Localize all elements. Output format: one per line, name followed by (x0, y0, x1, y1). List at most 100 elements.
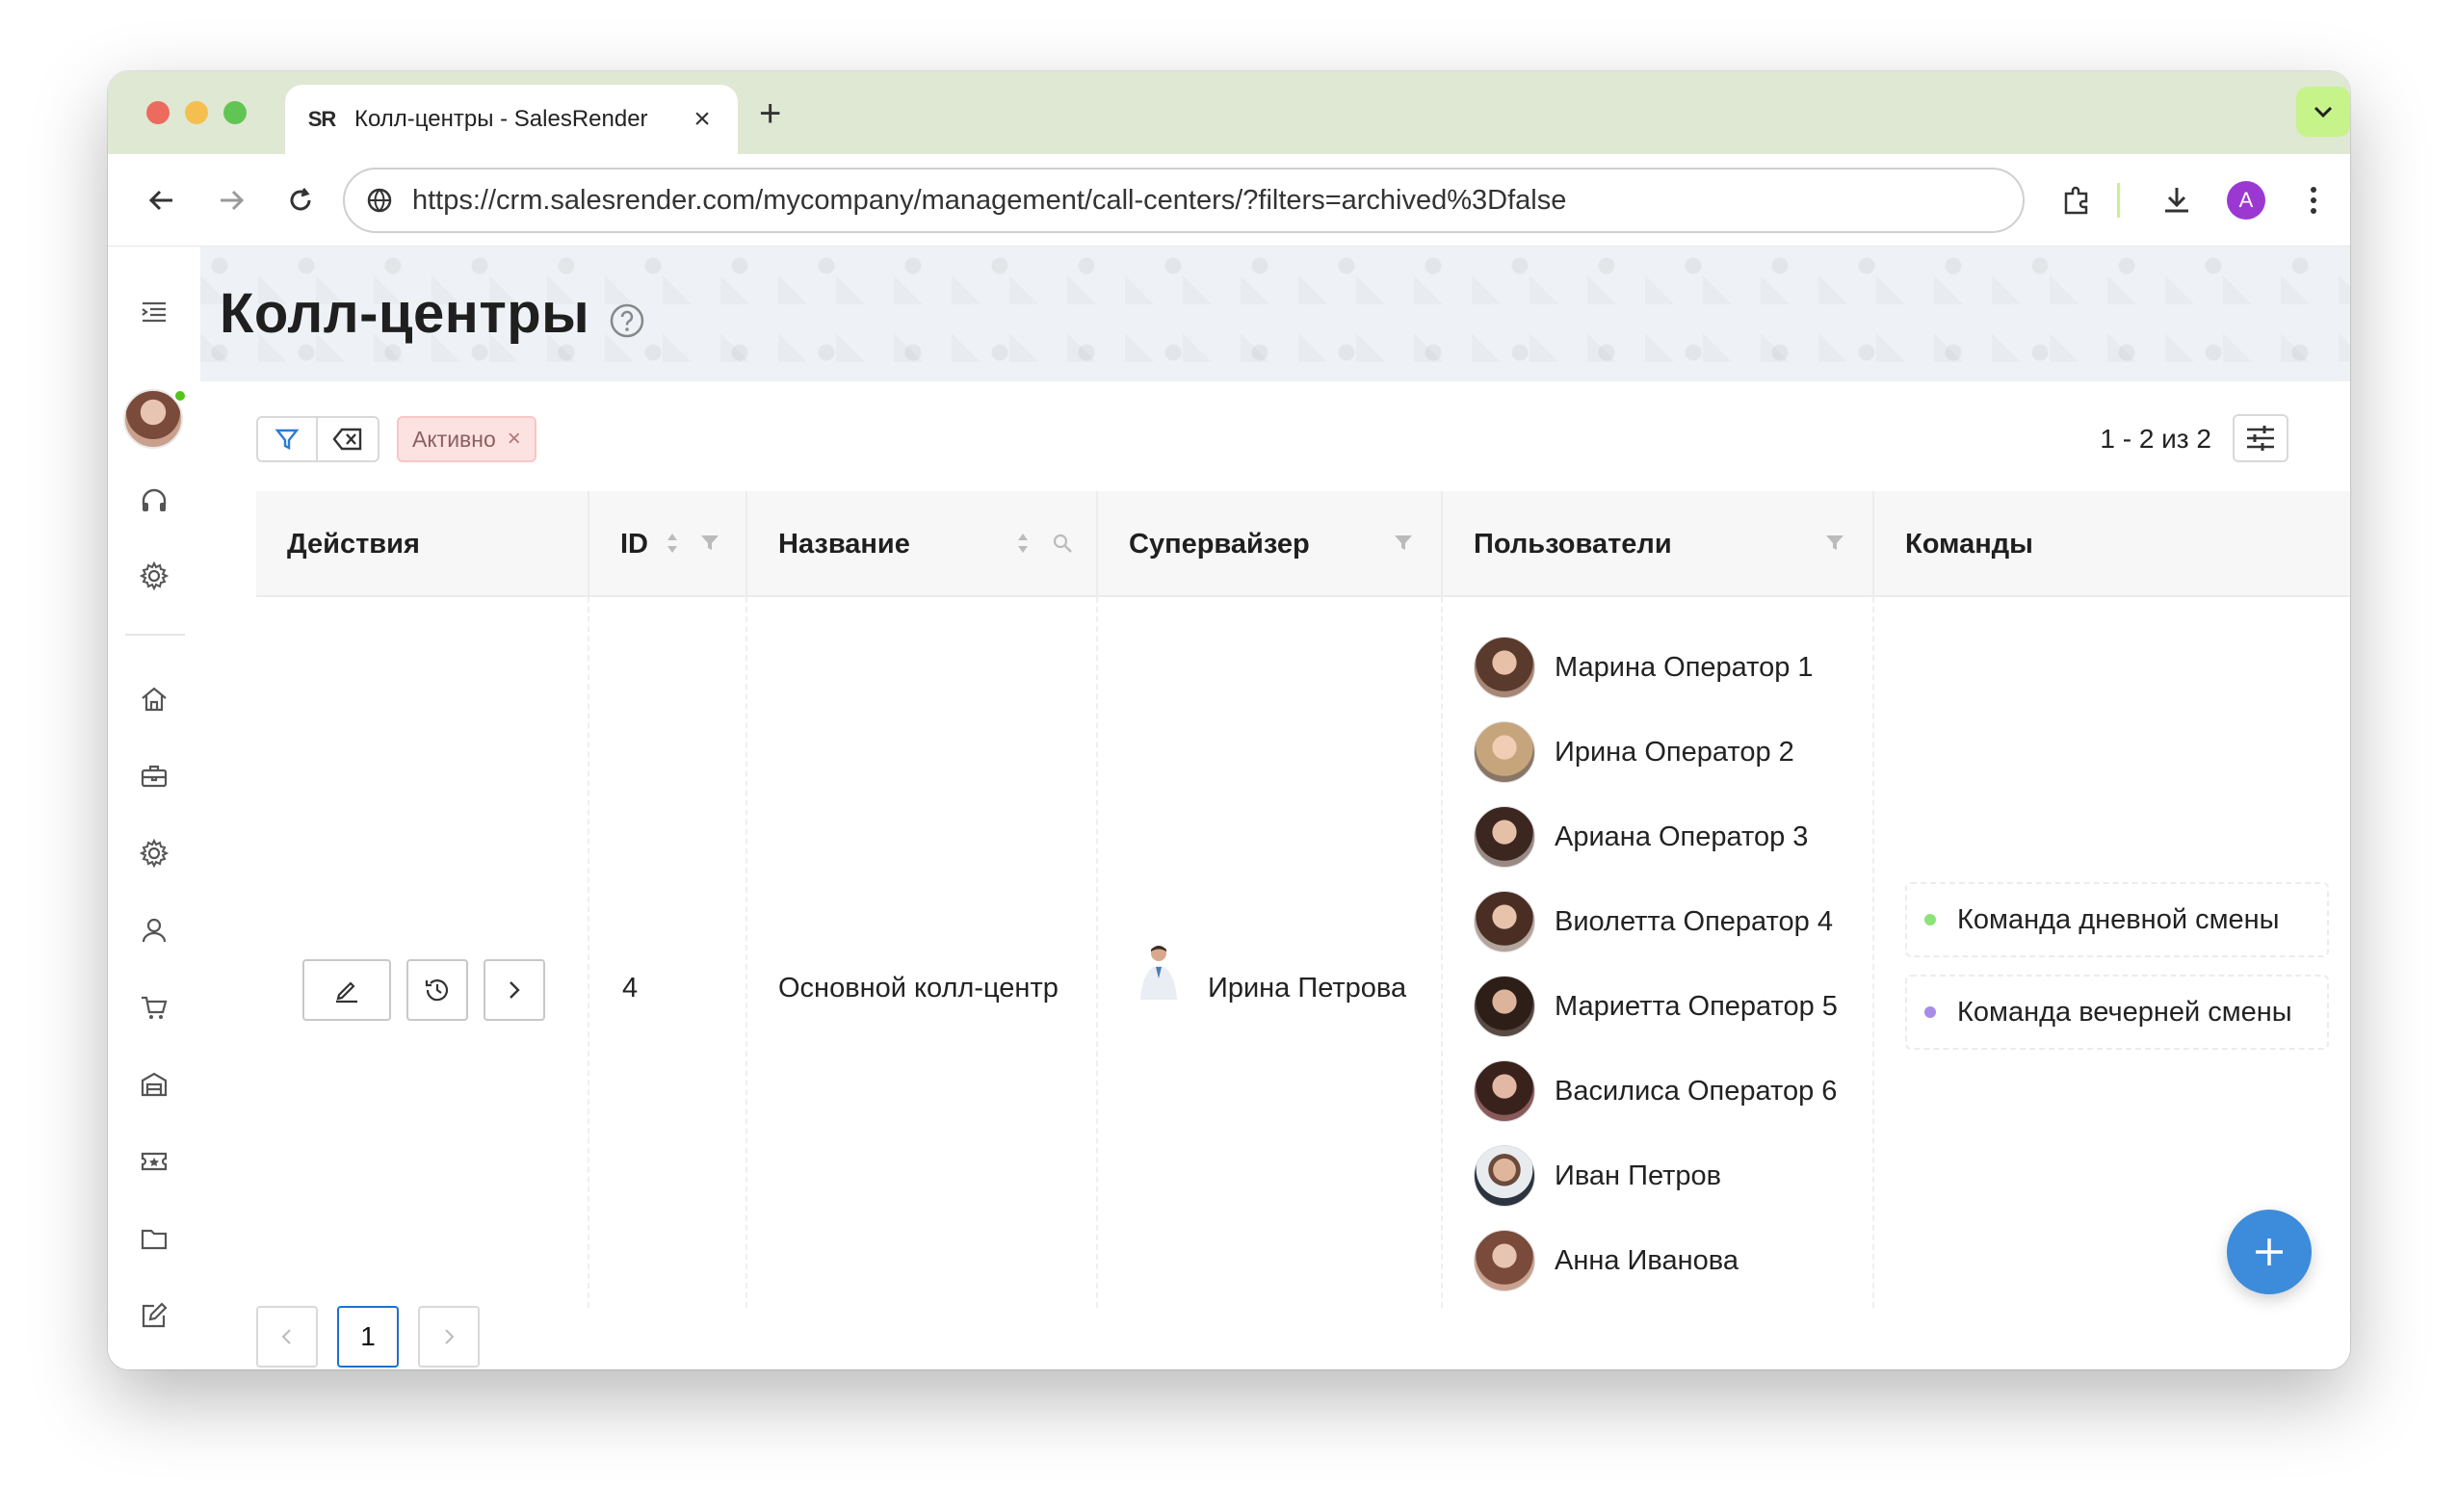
gear-icon (139, 838, 170, 869)
folder-icon (141, 1229, 168, 1250)
column-header-id[interactable]: ID (589, 491, 747, 597)
site-info-icon[interactable] (366, 187, 393, 214)
close-window-button[interactable] (146, 101, 170, 124)
browser-window: SR Колл-центры - SalesRender × + https:/… (108, 71, 2350, 1369)
supervisor-name[interactable]: Ирина Петрова (1208, 973, 1406, 1004)
user-item[interactable]: Мариетта Оператор 5 (1474, 975, 1838, 1038)
briefcase-icon (141, 765, 168, 788)
user-item[interactable]: Иван Петров (1474, 1144, 1721, 1208)
user-avatar (1474, 1230, 1535, 1291)
minimize-window-button[interactable] (185, 101, 208, 124)
next-page-button[interactable] (418, 1306, 480, 1368)
toolbar-divider (2117, 183, 2120, 218)
extensions-button[interactable] (2053, 177, 2100, 223)
user-avatar (1474, 891, 1535, 952)
salesrender-favicon-icon: SR (306, 104, 337, 135)
chevron-left-icon (281, 1329, 291, 1344)
gear-icon (139, 560, 170, 591)
sidebar-item-home[interactable] (135, 680, 173, 718)
tab-close-icon[interactable]: × (688, 103, 717, 136)
sidebar-item-orders[interactable] (135, 988, 173, 1027)
call-center-name[interactable]: Основной колл-центр (778, 973, 1059, 1004)
column-filter-icon[interactable] (1824, 534, 1845, 553)
browser-tab[interactable]: SR Колл-центры - SalesRender × (285, 85, 738, 154)
downloads-button[interactable] (2154, 177, 2200, 223)
column-filter-icon[interactable] (1393, 534, 1414, 553)
filter-icon (275, 429, 300, 450)
teams-cell: Команда дневной смены Команда вечерней с… (1874, 597, 2350, 1308)
forward-button[interactable] (212, 181, 250, 220)
active-filter-chip[interactable]: Активно × (397, 416, 536, 462)
column-header-supervisor[interactable]: Супервайзер (1098, 491, 1443, 597)
sidebar-item-files[interactable] (135, 1219, 173, 1258)
app-area: Колл-центры Активно × 1 - 2 из 2 Действи… (108, 247, 2350, 1369)
user-item[interactable]: Анна Иванова (1474, 1229, 1739, 1292)
sidebar-item-briefcase[interactable] (135, 757, 173, 795)
menu-toggle-button[interactable] (135, 293, 173, 331)
plus-icon (2256, 1238, 2283, 1265)
column-header-name[interactable]: Название (747, 491, 1098, 597)
clear-filters-button[interactable] (318, 416, 379, 462)
user-item[interactable]: Ирина Оператор 2 (1474, 720, 1794, 784)
edit-note-icon (142, 1302, 168, 1328)
column-filter-icon[interactable] (699, 534, 720, 553)
menu-collapse-icon (142, 301, 166, 323)
headset-button[interactable] (135, 482, 173, 520)
sliders-icon (2247, 426, 2274, 451)
user-avatar (1474, 976, 1535, 1037)
team-tag[interactable]: Команда дневной смены (1905, 882, 2329, 957)
supervisor-avatar (1140, 946, 1177, 1000)
tab-search-button[interactable] (2296, 87, 2350, 137)
browser-menu-button[interactable] (2290, 177, 2337, 223)
prev-page-button[interactable] (256, 1306, 318, 1368)
remove-filter-icon[interactable]: × (508, 426, 521, 453)
column-settings-button[interactable] (2233, 414, 2288, 462)
column-header-users[interactable]: Пользователи (1443, 491, 1874, 597)
back-button[interactable] (143, 181, 181, 220)
headset-icon (142, 488, 167, 511)
active-filter-label: Активно (412, 426, 496, 452)
page-title: Колл-центры (220, 282, 590, 345)
page-1-button[interactable]: 1 (337, 1306, 399, 1368)
user-item[interactable]: Василиса Оператор 6 (1474, 1059, 1837, 1123)
window-controls (146, 101, 247, 124)
sort-icon[interactable] (1015, 530, 1031, 557)
sidebar-item-warehouse[interactable] (135, 1065, 173, 1104)
column-header-teams: Команды (1905, 528, 2033, 560)
tab-strip: SR Колл-центры - SalesRender × + (108, 71, 2350, 154)
column-search-icon[interactable] (1052, 533, 1073, 554)
user-item[interactable]: Ариана Оператор 3 (1474, 805, 1808, 869)
user-icon (142, 918, 167, 943)
add-call-center-button[interactable] (2227, 1210, 2312, 1294)
open-details-button[interactable] (484, 959, 545, 1021)
sidebar-item-settings[interactable] (135, 834, 173, 873)
history-button[interactable] (406, 959, 468, 1021)
reload-button[interactable] (281, 181, 320, 220)
tab-title: Колл-центры - SalesRender (354, 106, 648, 132)
maximize-window-button[interactable] (223, 101, 247, 124)
actions-cell (256, 597, 589, 1308)
sidebar-item-notes[interactable] (135, 1296, 173, 1335)
id-cell: 4 (589, 597, 747, 1308)
home-icon (142, 687, 167, 712)
help-button[interactable] (609, 302, 645, 344)
main-panel: Активно × 1 - 2 из 2 Действия ID Названи… (220, 381, 2350, 1369)
edit-button[interactable] (302, 959, 391, 1021)
filter-button[interactable] (256, 416, 318, 462)
sidebar-item-coupons[interactable] (135, 1142, 173, 1181)
user-item[interactable]: Виолетта Оператор 4 (1474, 890, 1833, 953)
more-vertical-icon (2311, 187, 2316, 214)
supervisor-cell: Ирина Петрова (1098, 597, 1443, 1308)
profile-button[interactable]: A (2223, 177, 2269, 223)
user-item[interactable]: Марина Оператор 1 (1474, 636, 1814, 699)
new-tab-icon[interactable]: + (759, 92, 781, 136)
pencil-icon (336, 981, 357, 1004)
address-bar[interactable]: https://crm.salesrender.com/mycompany/ma… (343, 168, 2025, 233)
settings-button[interactable] (135, 557, 173, 595)
team-tag[interactable]: Команда вечерней смены (1905, 975, 2329, 1050)
user-avatar (1474, 806, 1535, 868)
ticket-icon (141, 1152, 168, 1171)
arrow-left-icon (148, 190, 172, 211)
sort-icon[interactable] (665, 530, 680, 557)
sidebar-item-users[interactable] (135, 911, 173, 950)
